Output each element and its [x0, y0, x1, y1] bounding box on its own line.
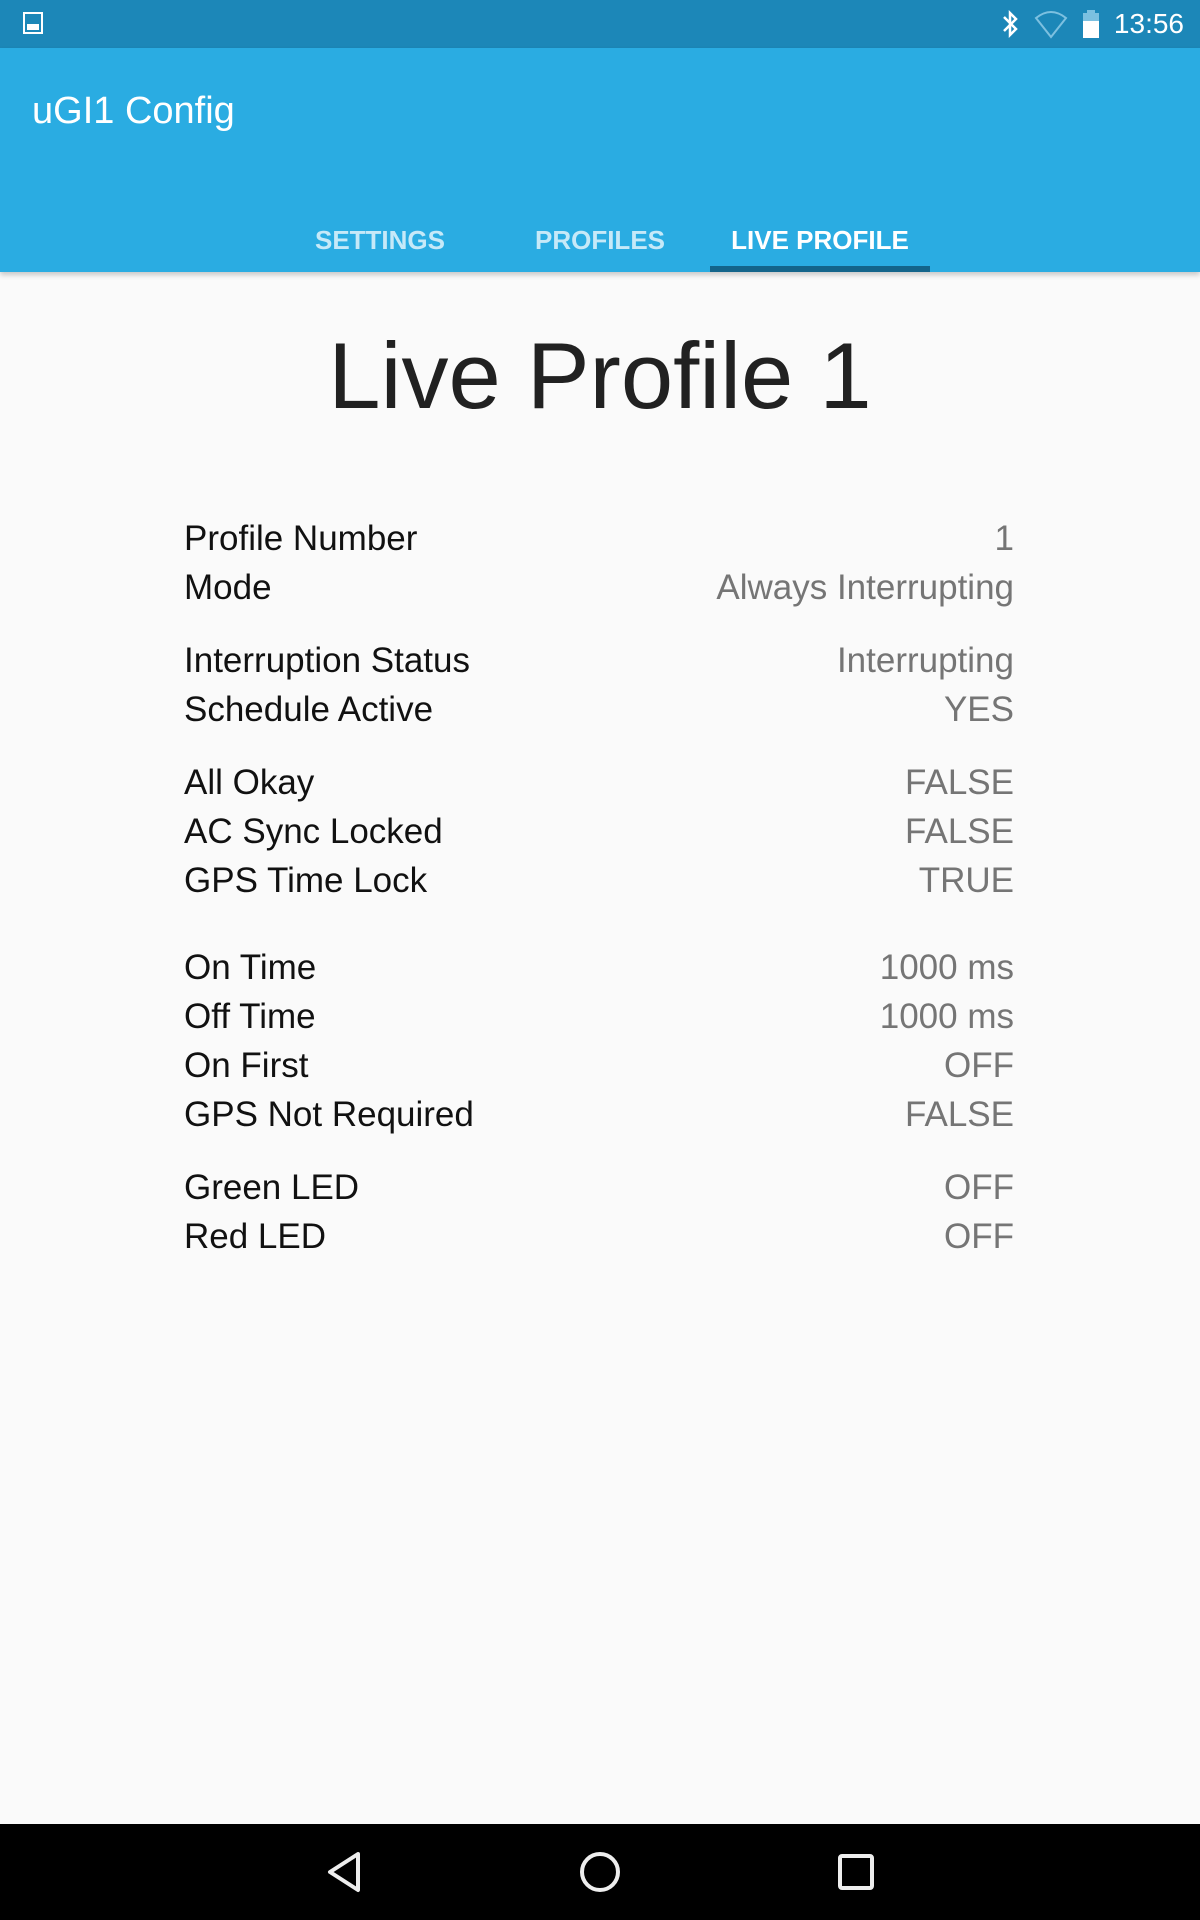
recents-button[interactable] [826, 1842, 886, 1902]
page-title: Live Profile 1 [328, 323, 872, 428]
app-toolbar: uGI1 Config SETTINGS PROFILES LIVE PROFI… [0, 48, 1200, 272]
row-label: Schedule Active [184, 690, 434, 729]
row-value: FALSE [905, 1095, 1014, 1134]
active-tab-indicator [710, 266, 930, 272]
row-label: GPS Not Required [184, 1095, 474, 1134]
row-value: 1 [994, 519, 1014, 558]
app-title: uGI1 Config [32, 90, 235, 132]
row-gps-not-required: GPS Not Required FALSE [184, 1091, 1014, 1139]
wifi-icon [1034, 11, 1068, 39]
home-button[interactable] [570, 1842, 630, 1902]
row-label: Interruption Status [184, 641, 470, 680]
row-value: OFF [944, 1168, 1014, 1207]
row-mode: Mode Always Interrupting [184, 564, 1014, 612]
row-value: FALSE [905, 812, 1014, 851]
row-value: 1000 ms [879, 997, 1014, 1036]
row-profile-number: Profile Number 1 [184, 515, 1014, 563]
row-value: YES [943, 690, 1014, 729]
row-green-led: Green LED OFF [184, 1164, 1014, 1212]
tab-bar: SETTINGS PROFILES LIVE PROFILE [0, 208, 1200, 272]
row-label: GPS Time Lock [184, 861, 428, 900]
status-bar: 13:56 [0, 0, 1200, 48]
row-value: Always Interrupting [716, 568, 1014, 607]
row-label: Mode [184, 568, 272, 607]
gallery-notification-icon [23, 12, 43, 34]
tab-settings[interactable]: SETTINGS [270, 208, 490, 272]
row-value: 1000 ms [879, 948, 1014, 987]
row-ac-sync-locked: AC Sync Locked FALSE [184, 808, 1014, 856]
row-label: AC Sync Locked [184, 812, 443, 851]
row-label: Profile Number [184, 519, 418, 558]
row-on-first: On First OFF [184, 1042, 1014, 1090]
battery-icon [1082, 10, 1099, 38]
row-label: Green LED [184, 1168, 360, 1207]
row-label: Red LED [184, 1217, 327, 1256]
clock: 13:56 [1113, 8, 1184, 39]
row-value: FALSE [905, 763, 1014, 802]
back-icon [328, 1852, 360, 1892]
row-red-led: Red LED OFF [184, 1213, 1014, 1261]
row-label: On Time [184, 948, 317, 987]
row-label: Off Time [184, 997, 316, 1036]
row-on-time: On Time 1000 ms [184, 944, 1014, 992]
recents-icon [838, 1854, 874, 1890]
tab-live-profile[interactable]: LIVE PROFILE [710, 208, 930, 272]
row-all-okay: All Okay FALSE [184, 759, 1014, 807]
navigation-bar [0, 1824, 1200, 1920]
row-label: On First [184, 1046, 309, 1085]
row-value: Interrupting [836, 641, 1014, 680]
row-interruption-status: Interruption Status Interrupting [184, 637, 1014, 685]
row-value: OFF [944, 1217, 1014, 1256]
row-value: TRUE [918, 861, 1014, 900]
row-off-time: Off Time 1000 ms [184, 993, 1014, 1041]
tab-profiles[interactable]: PROFILES [490, 208, 710, 272]
row-schedule-active: Schedule Active YES [184, 686, 1014, 734]
row-label: All Okay [184, 763, 315, 802]
row-gps-time-lock: GPS Time Lock TRUE [184, 857, 1014, 905]
status-icons: 13:56 [1000, 0, 1184, 48]
home-icon [580, 1852, 620, 1892]
back-button[interactable] [314, 1842, 374, 1902]
bluetooth-icon [1003, 9, 1018, 39]
row-value: OFF [944, 1046, 1014, 1085]
